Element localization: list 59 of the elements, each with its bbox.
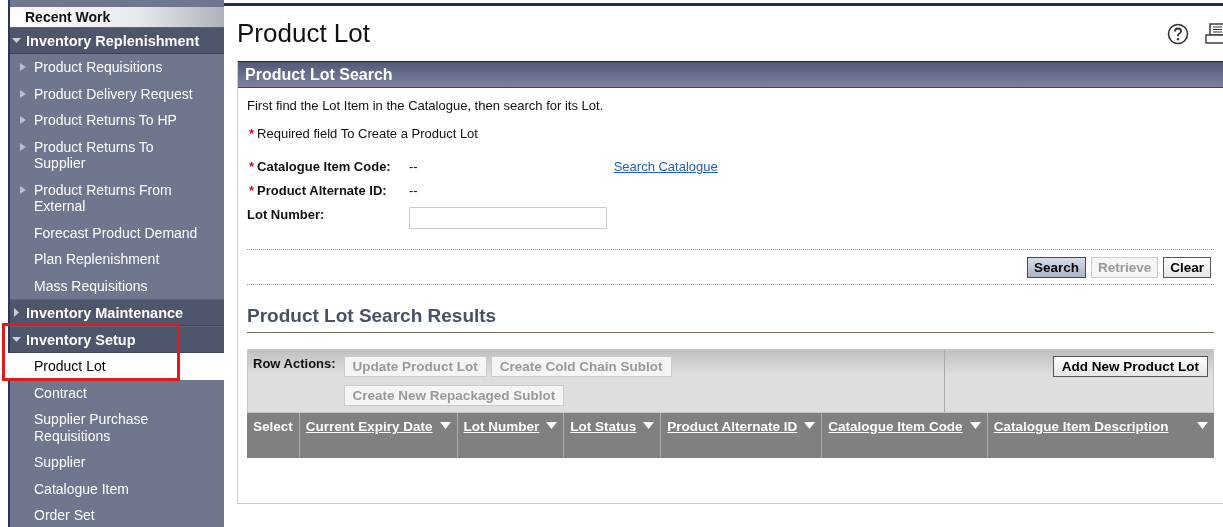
sidebar-item[interactable]: Mass Requisitions — [10, 272, 224, 299]
search-button[interactable]: Search — [1026, 257, 1086, 278]
caret-right-icon — [20, 63, 26, 71]
sidebar-item[interactable]: Product Lot — [8, 353, 224, 380]
sidebar-item[interactable]: Forecast Product Demand — [10, 219, 224, 246]
sidebar-item[interactable]: Product Delivery Request — [10, 80, 224, 107]
field-label: Product Alternate ID: — [257, 183, 387, 198]
caret-right-icon — [20, 142, 26, 151]
sidebar-item[interactable]: Order Set — [10, 502, 224, 527]
section-header[interactable]: Inventory Setup — [10, 326, 224, 353]
sidebar-item[interactable]: Product Requisitions — [10, 54, 224, 81]
sort-triangle-icon — [643, 422, 655, 429]
column-header[interactable]: Lot Number — [457, 413, 565, 458]
sort-triangle-icon — [546, 422, 558, 429]
sort-triangle-icon — [804, 422, 816, 429]
required-mark: * — [249, 126, 255, 141]
section-header[interactable]: Inventory Replenishment — [10, 27, 224, 54]
sidebar-item[interactable]: Product Returns To HP — [10, 107, 224, 134]
sidebar-item[interactable]: Plan Replenishment — [10, 246, 224, 273]
caret-right-icon — [20, 89, 26, 98]
caret-right-icon — [20, 185, 26, 194]
column-header[interactable]: Catalogue Item Code — [822, 413, 988, 458]
add-product-lot-button[interactable]: Add New Product Lot — [1052, 356, 1208, 377]
sort-triangle-icon — [969, 422, 981, 429]
lot-number-field[interactable] — [409, 207, 607, 229]
caret-down-icon — [12, 335, 21, 344]
panel-header: Product Lot Search — [238, 61, 1223, 88]
caret-right-icon — [12, 308, 21, 317]
column-header[interactable]: Product Alternate ID — [661, 413, 823, 458]
sort-triangle-icon — [439, 422, 451, 429]
action-button[interactable]: Clear — [1163, 257, 1211, 278]
sidebar-item[interactable]: Product Returns From External — [10, 176, 224, 220]
field-value: -- — [409, 159, 418, 174]
field-label: Catalogue Item Code: — [257, 159, 391, 174]
required-mark: * — [249, 159, 255, 174]
sort-triangle-icon — [1197, 422, 1208, 429]
sidebar-item[interactable]: Supplier Purchase Requisitions — [10, 406, 224, 449]
column-header[interactable]: Lot Status — [564, 413, 662, 458]
results-heading: Product Lot Search Results — [247, 305, 1214, 333]
field-value: -- — [409, 183, 418, 198]
column-header[interactable]: Current Expiry Date — [299, 413, 458, 458]
required-note: Required field To Create a Product Lot — [257, 126, 478, 141]
caret-right-icon — [20, 116, 26, 124]
sidebar-item[interactable]: Contract — [10, 379, 224, 406]
printer-icon[interactable] — [1205, 22, 1223, 45]
search-catalogue-link[interactable]: Search Catalogue — [613, 159, 718, 174]
instruction-text: First find the Lot Item in the Catalogue, then search for its Lot. — [247, 98, 605, 113]
sidebar-item[interactable]: Supplier — [10, 449, 224, 476]
field-label: Lot Number: — [247, 207, 325, 222]
sidebar-item[interactable]: Product Returns To Supplier — [10, 133, 224, 177]
caret-down-icon — [12, 36, 21, 45]
column-header: Select — [247, 413, 300, 458]
recent-work-header[interactable]: Recent Work — [10, 7, 224, 27]
page-title: Product Lot — [237, 18, 370, 49]
required-mark: * — [249, 183, 255, 198]
sidebar-item[interactable]: Catalogue Item — [10, 475, 224, 502]
help-icon[interactable] — [1167, 22, 1189, 45]
row-actions-label: Row Actions: — [253, 356, 336, 371]
column-header[interactable]: Catalogue Item Description — [987, 413, 1214, 458]
